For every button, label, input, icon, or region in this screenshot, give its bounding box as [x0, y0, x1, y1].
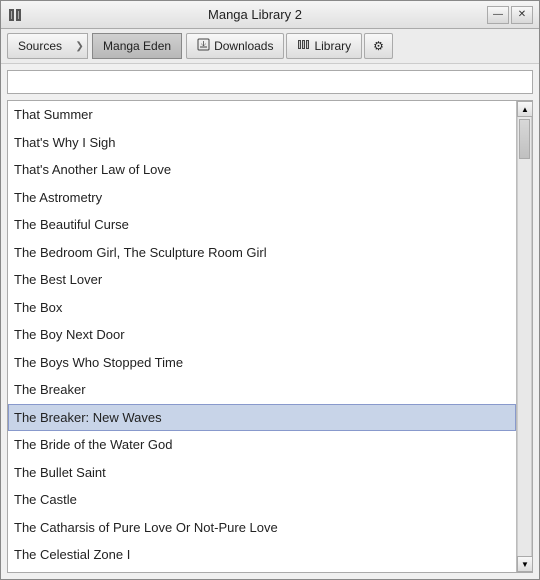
list-item[interactable]: The Beautiful Curse: [8, 211, 516, 239]
list-item[interactable]: The Celestial Zone I: [8, 541, 516, 569]
list-item[interactable]: The Boys Who Stopped Time: [8, 349, 516, 377]
title-bar: Manga Library 2 — ✕: [1, 1, 539, 29]
list-item[interactable]: The Bedroom Girl, The Sculpture Room Gir…: [8, 239, 516, 267]
content-area: That SummerThat's Why I SighThat's Anoth…: [1, 64, 539, 579]
window-title: Manga Library 2: [23, 7, 487, 22]
list-item[interactable]: The Breaker: New Waves: [8, 404, 516, 432]
list-item[interactable]: The Best Lover: [8, 266, 516, 294]
minimize-button[interactable]: —: [487, 6, 509, 24]
list-item[interactable]: The Catharsis of Pure Love Or Not-Pure L…: [8, 514, 516, 542]
library-button[interactable]: Library: [286, 33, 362, 59]
manga-list-container: That SummerThat's Why I SighThat's Anoth…: [7, 100, 533, 573]
list-item[interactable]: The Box: [8, 294, 516, 322]
library-label: Library: [314, 39, 351, 53]
breadcrumb-arrow: ❯: [72, 33, 88, 59]
manga-list: That SummerThat's Why I SighThat's Anoth…: [8, 101, 516, 572]
scrollbar-thumb[interactable]: [519, 119, 530, 159]
downloads-label: Downloads: [214, 39, 273, 53]
downloads-button[interactable]: Downloads: [186, 33, 284, 59]
manga-eden-button[interactable]: Manga Eden: [92, 33, 182, 59]
close-button[interactable]: ✕: [511, 6, 533, 24]
download-icon: [197, 38, 210, 54]
scrollbar[interactable]: ▲ ▼: [516, 101, 532, 572]
list-item[interactable]: The Bullet Saint: [8, 459, 516, 487]
list-item[interactable]: The Bride of the Water God: [8, 431, 516, 459]
settings-button[interactable]: ⚙: [364, 33, 393, 59]
list-item[interactable]: That's Another Law of Love: [8, 156, 516, 184]
list-item[interactable]: The Boy Next Door: [8, 321, 516, 349]
scrollbar-up-button[interactable]: ▲: [517, 101, 533, 117]
sources-button[interactable]: Sources: [7, 33, 72, 59]
list-item[interactable]: The Castle: [8, 486, 516, 514]
library-icon: [297, 38, 310, 54]
list-item[interactable]: That Summer: [8, 101, 516, 129]
app-icon: [7, 7, 23, 23]
window-controls: — ✕: [487, 6, 533, 24]
list-item[interactable]: That's Why I Sigh: [8, 129, 516, 157]
search-bar[interactable]: [7, 70, 533, 94]
list-item[interactable]: The Breaker: [8, 376, 516, 404]
toolbar: Sources ❯ Manga Eden Downloads: [1, 29, 539, 64]
scrollbar-down-button[interactable]: ▼: [517, 556, 533, 572]
list-item[interactable]: The Cherry Tree Correspondence: [8, 569, 516, 573]
list-item[interactable]: The Astrometry: [8, 184, 516, 212]
main-window: Manga Library 2 — ✕ Sources ❯ Manga Eden…: [0, 0, 540, 580]
search-input[interactable]: [8, 71, 532, 93]
scrollbar-groove[interactable]: [517, 117, 532, 556]
